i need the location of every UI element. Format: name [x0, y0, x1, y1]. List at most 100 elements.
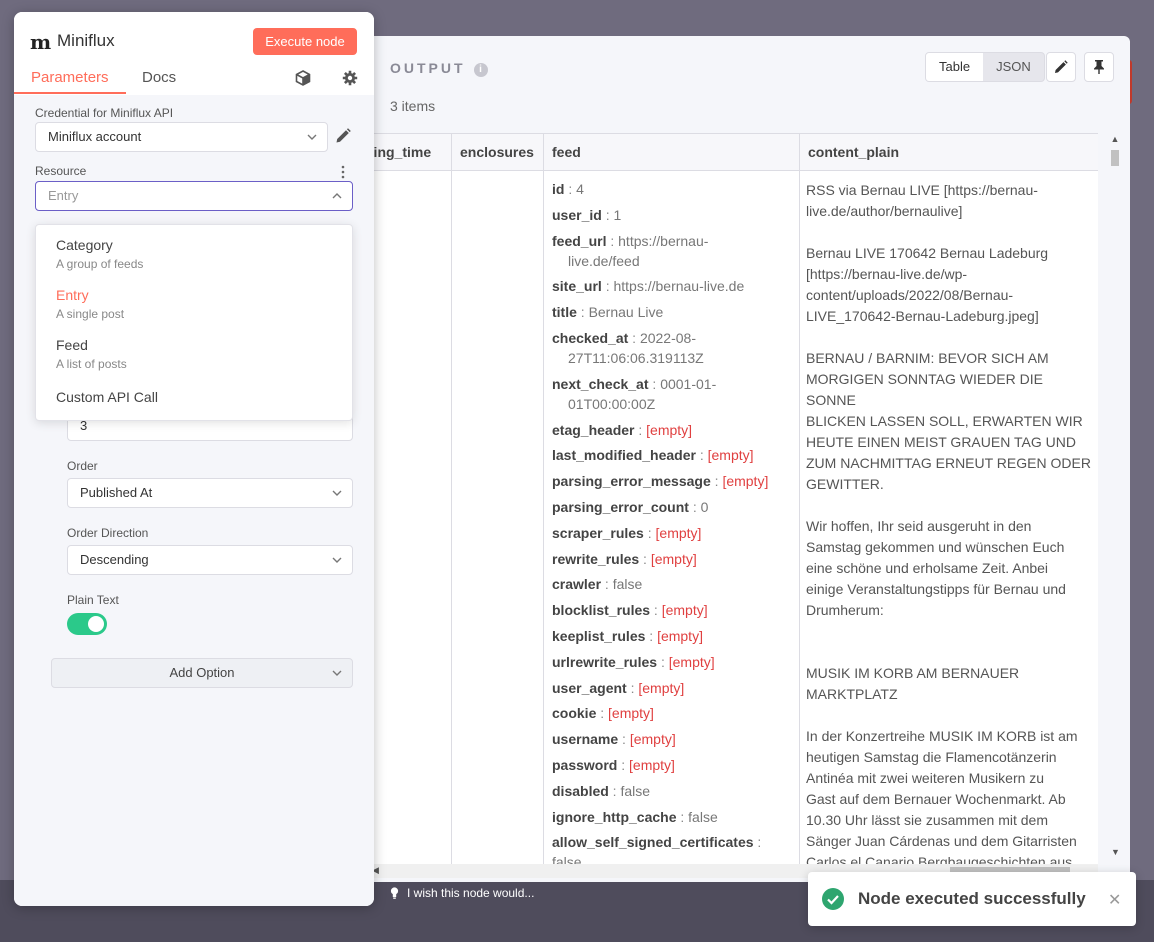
tab-parameters[interactable]: Parameters	[31, 69, 109, 86]
pin-data-button[interactable]	[1084, 52, 1114, 82]
plain-text-label: Plain Text	[67, 593, 119, 607]
field-key: username	[552, 731, 619, 748]
field-value: [empty]	[629, 731, 676, 748]
more-options-icon[interactable]	[340, 165, 346, 179]
scrollbar-thumb[interactable]	[1111, 150, 1119, 166]
dropdown-option-category[interactable]: Category A group of feeds	[56, 237, 143, 271]
field-value: Bernau Live	[588, 304, 664, 321]
credential-value: Miniflux account	[48, 129, 142, 144]
field-value: [empty]	[608, 705, 654, 722]
option-description: A single post	[56, 307, 125, 321]
node-title[interactable]: Miniflux	[57, 31, 115, 51]
content-paragraph: BERNAU / BARNIM: BEVOR SICH AM MORGIGEN S…	[806, 350, 1091, 492]
feed-field-row: allow_self_signed_certificates : false	[552, 832, 791, 867]
dropdown-option-custom-api-call[interactable]: Custom API Call	[56, 389, 158, 405]
dropdown-option-entry[interactable]: Entry A single post	[56, 287, 124, 321]
field-key: checked_at	[552, 329, 629, 346]
feed-field-row: feed_url : https://bernau-live.de/feed	[552, 231, 791, 271]
feed-field-row: next_check_at : 0001-01- 01T00:00:00Z	[552, 374, 791, 414]
resource-select[interactable]: Entry	[35, 181, 353, 211]
content-paragraph: Bernau LIVE 170642 Bernau Ladeburg [https…	[806, 245, 1049, 324]
option-description: A list of posts	[56, 357, 127, 371]
chevron-up-icon	[332, 193, 342, 199]
credential-select[interactable]: Miniflux account	[35, 122, 328, 152]
feed-field-row: rewrite_rules : [empty]	[552, 549, 791, 569]
table-column: feed id : 4 user_id : 1 feed_url : https:/…	[544, 134, 800, 867]
feed-field-row: ignore_http_cache : false	[552, 807, 791, 827]
table-column: content_plain RSS via Bernau LIVE [https…	[800, 134, 1098, 867]
miniflux-logo: m	[30, 30, 52, 54]
feed-field-row: user_id : 1	[552, 205, 791, 225]
success-toast: Node executed successfully ✕	[808, 872, 1136, 926]
order-select[interactable]: Published At	[67, 478, 353, 508]
view-json-button[interactable]: JSON	[983, 53, 1044, 81]
pencil-icon[interactable]	[335, 128, 351, 144]
feed-field-row: title : Bernau Live	[552, 302, 791, 322]
field-separator: :	[643, 524, 656, 541]
feed-field-row: user_agent : [empty]	[552, 678, 791, 698]
content-paragraph: Wir hoffen, Ihr seid ausgeruht in den Sam…	[806, 518, 1066, 618]
column-header[interactable]: enclosures	[452, 134, 543, 171]
field-value: false	[612, 576, 643, 593]
content-paragraph: MUSIK IM KORB AM BERNAUER MARKTPLATZ	[806, 665, 1020, 702]
field-value: [empty]	[661, 602, 708, 619]
feed-field-row: id : 4	[552, 179, 791, 199]
feed-field-row: keeplist_rules : [empty]	[552, 626, 791, 646]
field-value-continued: 27T11:06:06.319113Z	[568, 349, 704, 366]
field-key: site_url	[552, 278, 602, 295]
column-header[interactable]: feed	[544, 134, 799, 171]
option-title: Entry	[56, 287, 89, 303]
field-separator: :	[634, 421, 647, 438]
chevron-down-icon	[332, 490, 342, 496]
field-key: rewrite_rules	[552, 550, 640, 567]
feedback-link[interactable]: I wish this node would...	[390, 886, 534, 900]
plain-text-toggle[interactable]	[67, 613, 107, 635]
field-separator: :	[576, 304, 589, 321]
column-header[interactable]: content_plain	[800, 134, 1098, 171]
close-icon[interactable]: ✕	[1108, 890, 1121, 910]
edit-output-button[interactable]	[1046, 52, 1076, 82]
field-value: 2022-08-	[639, 329, 696, 346]
lightbulb-icon	[390, 887, 399, 899]
scroll-up-icon[interactable]: ▲	[1108, 134, 1122, 144]
scroll-down-icon[interactable]: ▼	[1111, 847, 1120, 857]
feed-field-row: scraper_rules : [empty]	[552, 523, 791, 543]
field-separator: :	[606, 232, 619, 249]
execute-node-button[interactable]: Execute node	[253, 28, 357, 55]
output-title: OUTPUT i	[390, 60, 488, 77]
field-key: last_modified_header	[552, 447, 696, 464]
field-key: user_id	[552, 206, 602, 223]
cube-icon[interactable]	[295, 70, 311, 86]
add-option-button[interactable]: Add Option	[51, 658, 353, 688]
column-header[interactable]: ding_time	[371, 134, 451, 171]
resource-value: Entry	[48, 188, 79, 203]
field-key: etag_header	[552, 421, 635, 438]
field-value: 0	[700, 498, 709, 515]
feed-object: id : 4 user_id : 1 feed_url : https://bern…	[544, 171, 799, 867]
field-separator: :	[626, 679, 639, 696]
gear-icon[interactable]	[342, 70, 358, 86]
info-icon[interactable]: i	[473, 63, 488, 77]
order-value: Published At	[80, 485, 153, 500]
feed-field-row: username : [empty]	[552, 729, 791, 749]
field-key: allow_self_signed_certificates	[552, 834, 754, 851]
dropdown-option-feed[interactable]: Feed A list of posts	[56, 337, 127, 371]
field-key: cookie	[552, 705, 597, 722]
field-separator: :	[601, 576, 613, 593]
table-column: ding_time	[371, 134, 452, 867]
field-separator: :	[639, 550, 651, 567]
field-value: [empty]	[707, 447, 754, 464]
feedback-text: I wish this node would...	[407, 886, 535, 900]
feed-field-row: site_url : https://bernau-live.de	[552, 276, 791, 296]
field-value: [empty]	[655, 524, 702, 541]
tab-docs[interactable]: Docs	[142, 69, 176, 86]
field-value-continued: 01T00:00:00Z	[568, 395, 656, 412]
view-table-button[interactable]: Table	[926, 53, 984, 81]
order-direction-select[interactable]: Descending	[67, 545, 353, 575]
view-toggle: Table JSON	[925, 52, 1045, 82]
node-header: m Miniflux Execute node Parameters Docs	[14, 12, 374, 94]
field-value: https://bernau-live.de	[613, 278, 745, 295]
field-separator: :	[645, 627, 658, 644]
vertical-scrollbar[interactable]: ▲ ▼	[1108, 134, 1122, 864]
content-plain-cell: RSS via Bernau LIVE [https://bernau-live…	[800, 171, 1098, 867]
